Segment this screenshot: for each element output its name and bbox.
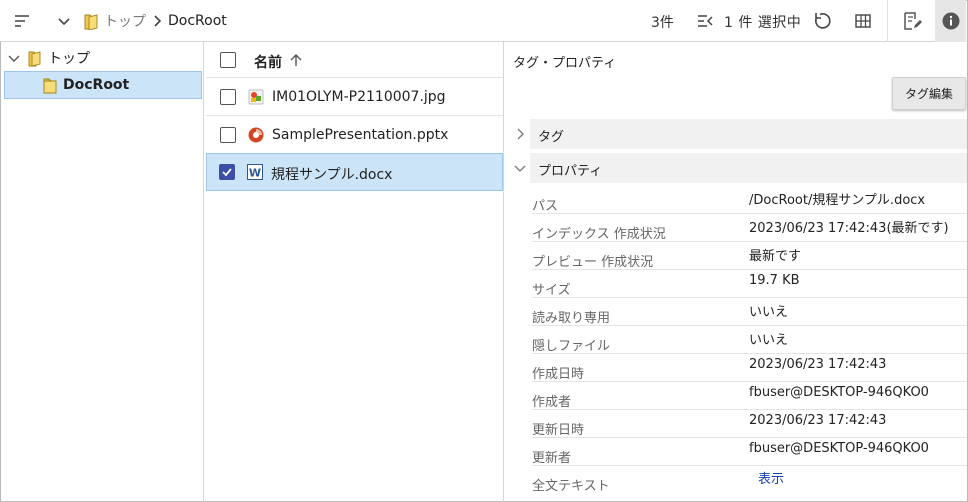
tree-item-label: DocRoot (63, 77, 130, 93)
property-row: 更新日時 2023/06/23 17:42:43 (532, 410, 967, 438)
tree-item-top[interactable]: トップ (0, 44, 203, 72)
chevron-right-icon[interactable] (513, 127, 527, 141)
section-bar (530, 119, 967, 149)
property-key: 隠しファイル (532, 339, 611, 354)
property-key: サイズ (532, 283, 571, 298)
edit-doc-icon[interactable] (900, 9, 924, 33)
section-label: プロパティ (538, 164, 603, 179)
property-row: サイズ 19.7 KB (532, 270, 967, 298)
property-row: プレビュー 作成状況 最新です (532, 242, 967, 270)
property-key: 作成日時 (532, 367, 585, 382)
row-checkbox[interactable] (219, 164, 235, 180)
file-list: 名前 IM01OLYM-P2110007.jpg SamplePresentat… (206, 42, 504, 502)
property-row: インデックス 作成状況 2023/06/23 17:42:43(最新です) (532, 214, 967, 242)
file-row[interactable]: IM01OLYM-P2110007.jpg (206, 79, 503, 116)
property-key: パス (532, 199, 559, 214)
breadcrumb-current[interactable]: DocRoot (168, 13, 227, 29)
toolbar: トップ DocRoot 3件 1 件 選択中 (0, 0, 966, 42)
list-header: 名前 (206, 42, 503, 78)
property-row: 作成者 fbuser@DESKTOP-946QKO0 (532, 382, 967, 410)
properties-pane: タグ・プロパティ タグ編集 タグ プロパティ パス /DocRoot/規程サンプ… (505, 42, 967, 502)
select-all-checkbox[interactable] (220, 52, 236, 68)
pane-title: タグ・プロパティ (513, 56, 617, 71)
property-row: 更新者 fbuser@DESKTOP-946QKO0 (532, 438, 967, 466)
property-key: 更新日時 (532, 423, 585, 438)
section-properties[interactable]: プロパティ (505, 153, 967, 183)
tree-item-docroot[interactable]: DocRoot (4, 71, 202, 99)
toolbar-divider (887, 0, 888, 42)
breadcrumb: トップ DocRoot (84, 9, 227, 33)
property-value: 19.7 KB (749, 273, 800, 288)
column-name-header[interactable]: 名前 (254, 52, 282, 72)
property-value: 2023/06/23 17:42:43 (749, 413, 887, 428)
folder-icon (84, 14, 98, 30)
tag-edit-button[interactable]: タグ編集 (892, 77, 966, 110)
file-name: IM01OLYM-P2110007.jpg (272, 89, 446, 105)
property-row: 作成日時 2023/06/23 17:42:43 (532, 354, 967, 382)
file-name: 規程サンプル.docx (271, 167, 393, 183)
property-value: 最新です (749, 249, 802, 264)
info-icon (942, 12, 959, 30)
property-row: 隠しファイル いいえ (532, 326, 967, 354)
property-value: /DocRoot/規程サンプル.docx (749, 193, 926, 208)
property-row: パス /DocRoot/規程サンプル.docx (532, 186, 967, 214)
svg-text:W: W (249, 167, 261, 180)
menu-icon[interactable] (10, 9, 34, 33)
property-row-fulltext: 全文テキスト 表示 (532, 466, 967, 494)
property-key: 全文テキスト (532, 479, 610, 494)
property-value: 2023/06/23 17:42:43(最新です) (749, 221, 949, 236)
item-count: 3件 (651, 15, 674, 31)
grid-icon[interactable] (851, 9, 875, 33)
powerpoint-file-icon (248, 127, 264, 143)
chevron-down-icon[interactable] (513, 161, 527, 175)
show-fulltext-link[interactable]: 表示 (758, 468, 784, 487)
arrow-up-icon[interactable] (288, 52, 304, 68)
breadcrumb-top[interactable]: トップ (104, 11, 146, 31)
section-label: タグ (538, 130, 565, 145)
property-value: いいえ (749, 305, 789, 320)
file-row[interactable]: SamplePresentation.pptx (206, 117, 503, 154)
chevron-down-icon[interactable] (7, 51, 21, 65)
property-key: 更新者 (532, 451, 572, 466)
property-value: fbuser@DESKTOP-946QKO0 (749, 441, 929, 456)
select-list-icon[interactable] (693, 9, 717, 33)
word-file-icon: W (247, 164, 263, 180)
tree-item-label: トップ (48, 51, 90, 67)
row-checkbox[interactable] (220, 127, 236, 143)
image-file-icon (248, 89, 264, 105)
folder-icon (28, 50, 41, 67)
file-row-selected[interactable]: W 規程サンプル.docx (206, 153, 503, 191)
row-checkbox[interactable] (220, 89, 236, 105)
property-key: 読み取り専用 (532, 311, 611, 326)
property-key: プレビュー 作成状況 (532, 255, 654, 270)
property-value: 2023/06/23 17:42:43 (749, 357, 887, 372)
refresh-icon[interactable] (809, 8, 835, 34)
selection-status: 1 件 選択中 (724, 15, 802, 31)
folder-tree: トップ DocRoot (0, 42, 204, 502)
chevron-down-icon[interactable] (52, 9, 76, 33)
property-value: いいえ (749, 333, 789, 348)
property-value: fbuser@DESKTOP-946QKO0 (749, 385, 929, 400)
property-key: インデックス 作成状況 (532, 227, 666, 242)
property-key: 作成者 (532, 395, 572, 410)
chevron-right-icon (154, 15, 162, 27)
property-row: 読み取り専用 いいえ (532, 298, 967, 326)
info-button[interactable] (935, 0, 966, 42)
section-tags[interactable]: タグ (505, 119, 967, 149)
folder-icon (43, 78, 57, 93)
file-name: SamplePresentation.pptx (272, 127, 449, 143)
